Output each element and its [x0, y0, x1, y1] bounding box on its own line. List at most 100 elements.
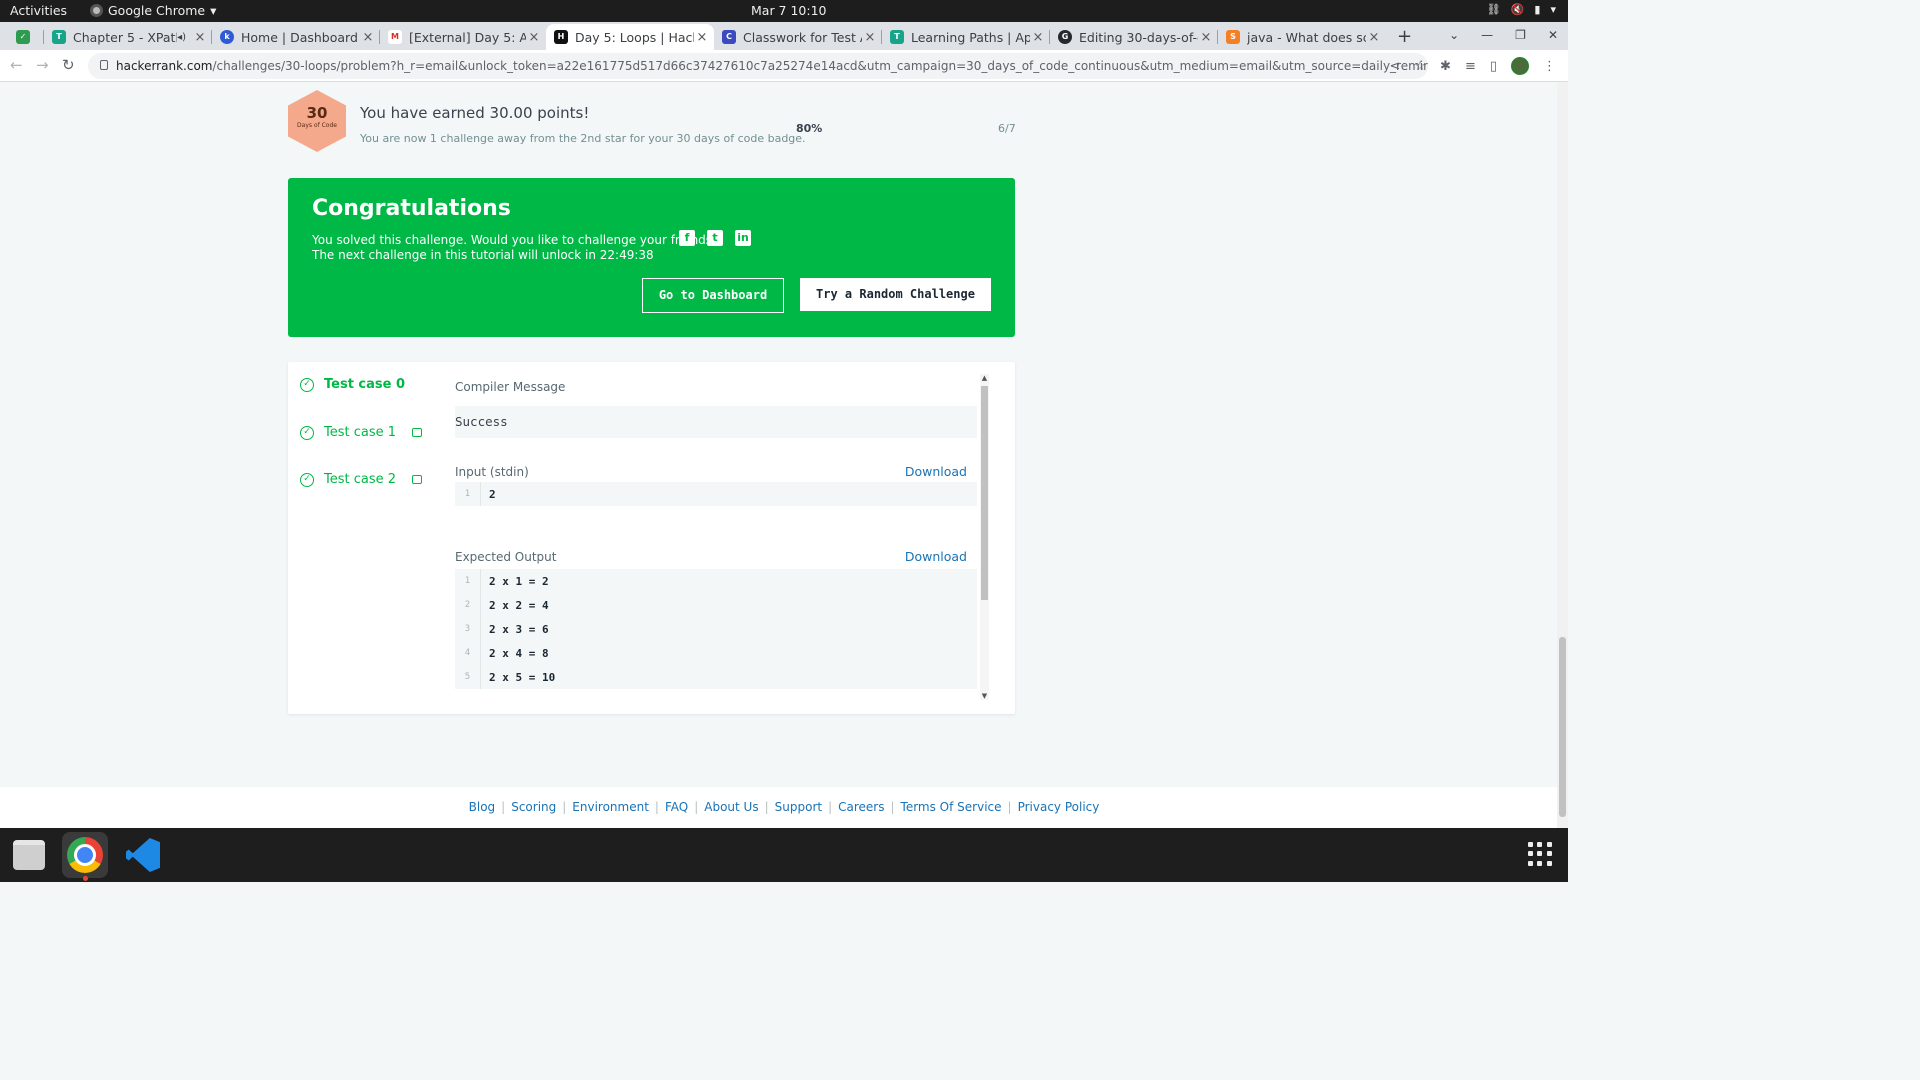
chrome-app[interactable] — [62, 832, 108, 878]
progress-percent: 80% — [796, 122, 823, 135]
footer-link-environment[interactable]: Environment — [572, 800, 649, 814]
close-icon[interactable]: × — [192, 30, 208, 45]
clock[interactable]: Mar 7 10:10 — [751, 3, 827, 18]
footer-link-privacy[interactable]: Privacy Policy — [1018, 800, 1100, 814]
close-icon[interactable]: × — [526, 30, 542, 45]
network-icon: ⛓ — [1486, 3, 1501, 16]
forward-arrow-icon[interactable]: → — [36, 56, 49, 74]
test-results-card: ✓ Test case 0 ✓ Test case 1 ✓ Test case … — [288, 362, 1015, 714]
tab-title: java - What does scan — [1247, 29, 1366, 45]
tab-classwork[interactable]: C Classwork for Test A × — [714, 24, 882, 50]
tab-github[interactable]: G Editing 30-days-of-co × — [1050, 24, 1218, 50]
compiler-message-label: Compiler Message — [455, 380, 566, 394]
activities-button[interactable]: Activities — [10, 3, 67, 18]
tab-title: Day 5: Loops | Hacker — [575, 29, 694, 45]
page-scrollbar-thumb[interactable] — [1559, 637, 1566, 817]
check-circle-icon: ✓ — [300, 425, 314, 440]
tab-hackerrank[interactable]: H Day 5: Loops | Hacker × — [546, 24, 714, 50]
address-bar[interactable]: hackerrank.com/challenges/30-loops/probl… — [88, 53, 1428, 79]
code-line: 4 2 x 4 = 8 — [455, 641, 977, 665]
extensions-icon[interactable]: ✱ — [1440, 59, 1451, 74]
maximize-icon[interactable]: ❐ — [1515, 28, 1526, 42]
close-icon[interactable]: × — [1366, 30, 1382, 45]
battery-icon: ▮ — [1534, 3, 1541, 16]
divider: | — [654, 800, 659, 814]
tab-strip: ✓ T Chapter 5 - XPath ◂) × k Home | Dash… — [0, 22, 1568, 50]
footer-link-terms[interactable]: Terms Of Service — [901, 800, 1002, 814]
classroom-icon: C — [722, 30, 736, 44]
footer-link-faq[interactable]: FAQ — [665, 800, 688, 814]
footer-link-support[interactable]: Support — [775, 800, 822, 814]
test-case-0[interactable]: ✓ Test case 0 — [300, 377, 405, 392]
input-code-box: 1 2 — [455, 482, 977, 506]
system-tray[interactable]: ⛓ 🔇 ▮ ▾ — [1487, 3, 1556, 16]
scroll-down-icon[interactable]: ▼ — [980, 692, 989, 700]
window-controls: ⌄ — ❐ ✕ — [1449, 28, 1558, 42]
back-arrow-icon[interactable]: ← — [10, 56, 23, 74]
footer-link-scoring[interactable]: Scoring — [511, 800, 556, 814]
footer-link-careers[interactable]: Careers — [838, 800, 884, 814]
tab-pinned[interactable]: ✓ — [8, 24, 44, 50]
vscode-app[interactable] — [120, 832, 166, 878]
tab-dashboard[interactable]: k Home | Dashboard × — [212, 24, 380, 50]
app-menu[interactable]: Google Chrome ▾ — [90, 3, 216, 18]
star-icon[interactable]: ☆ — [1414, 59, 1426, 74]
twitter-icon[interactable]: t — [707, 230, 723, 246]
compiler-message: Success — [455, 406, 977, 438]
social-share: f t in — [679, 230, 751, 246]
close-icon[interactable]: × — [360, 30, 376, 45]
tab-title: Chapter 5 - XPath — [73, 29, 178, 45]
panel-scrollbar[interactable]: ▲ ▼ — [980, 374, 989, 700]
lock-icon — [412, 428, 423, 437]
tab-stackoverflow[interactable]: S java - What does scan × — [1218, 24, 1386, 50]
test-case-1[interactable]: ✓ Test case 1 — [300, 425, 423, 440]
download-output-link[interactable]: Download — [905, 549, 967, 564]
reading-list-icon[interactable]: ≡ — [1465, 59, 1476, 74]
divider: | — [828, 800, 833, 814]
kebab-menu-icon[interactable]: ⋮ — [1543, 59, 1556, 74]
reload-icon[interactable]: ↻ — [62, 56, 75, 74]
line-text: 2 x 3 = 6 — [489, 622, 549, 636]
tab-learning-paths[interactable]: T Learning Paths | App × — [882, 24, 1050, 50]
share-icon[interactable]: ⋖ — [1389, 59, 1400, 74]
tab-chapter5[interactable]: T Chapter 5 - XPath ◂) × — [44, 24, 212, 50]
close-icon[interactable]: × — [1198, 30, 1214, 45]
download-input-link[interactable]: Download — [905, 464, 967, 479]
test-case-label: Test case 2 — [324, 472, 397, 487]
tab-gmail[interactable]: M [External] Day 5: Are × — [380, 24, 546, 50]
new-tab-plus-icon[interactable]: + — [1397, 26, 1412, 47]
files-app[interactable] — [6, 832, 52, 878]
compiler-message-text: Success — [455, 414, 508, 429]
caret-down-icon: ▾ — [210, 3, 217, 18]
divider: | — [694, 800, 699, 814]
code-line: 2 2 x 2 = 4 — [455, 593, 977, 617]
test-case-2[interactable]: ✓ Test case 2 — [300, 472, 423, 487]
profile-avatar[interactable] — [1511, 57, 1529, 75]
close-icon[interactable]: × — [1030, 30, 1046, 45]
lock-icon[interactable] — [100, 60, 108, 70]
go-to-dashboard-button[interactable]: Go to Dashboard — [642, 278, 784, 313]
line-text: 2 x 4 = 8 — [489, 646, 549, 660]
footer-link-blog[interactable]: Blog — [469, 800, 496, 814]
footer-link-about[interactable]: About Us — [704, 800, 758, 814]
mute-icon[interactable]: ◂) — [177, 32, 186, 43]
side-panel-icon[interactable]: ▯ — [1490, 59, 1497, 74]
code-line: 5 2 x 5 = 10 — [455, 665, 977, 689]
facebook-icon[interactable]: f — [679, 230, 695, 246]
scroll-up-icon[interactable]: ▲ — [980, 374, 989, 382]
close-window-icon[interactable]: ✕ — [1548, 28, 1558, 42]
page-scrollbar[interactable] — [1557, 82, 1568, 828]
close-icon[interactable]: × — [862, 30, 878, 45]
chevron-down-icon: ▾ — [1550, 3, 1556, 16]
show-apps-grid-icon[interactable] — [1528, 842, 1552, 866]
line-number: 3 — [455, 617, 481, 641]
line-text: 2 x 2 = 4 — [489, 598, 549, 612]
scrollbar-thumb[interactable] — [981, 386, 988, 600]
random-challenge-button[interactable]: Try a Random Challenge — [800, 278, 991, 311]
close-icon[interactable]: × — [694, 30, 710, 45]
linkedin-icon[interactable]: in — [735, 230, 751, 246]
line-text: 2 x 1 = 2 — [489, 574, 549, 588]
test-case-detail-panel[interactable]: Compiler Message Success Input (stdin) D… — [455, 374, 979, 700]
tab-search-icon[interactable]: ⌄ — [1449, 28, 1459, 42]
minimize-icon[interactable]: — — [1481, 28, 1493, 42]
